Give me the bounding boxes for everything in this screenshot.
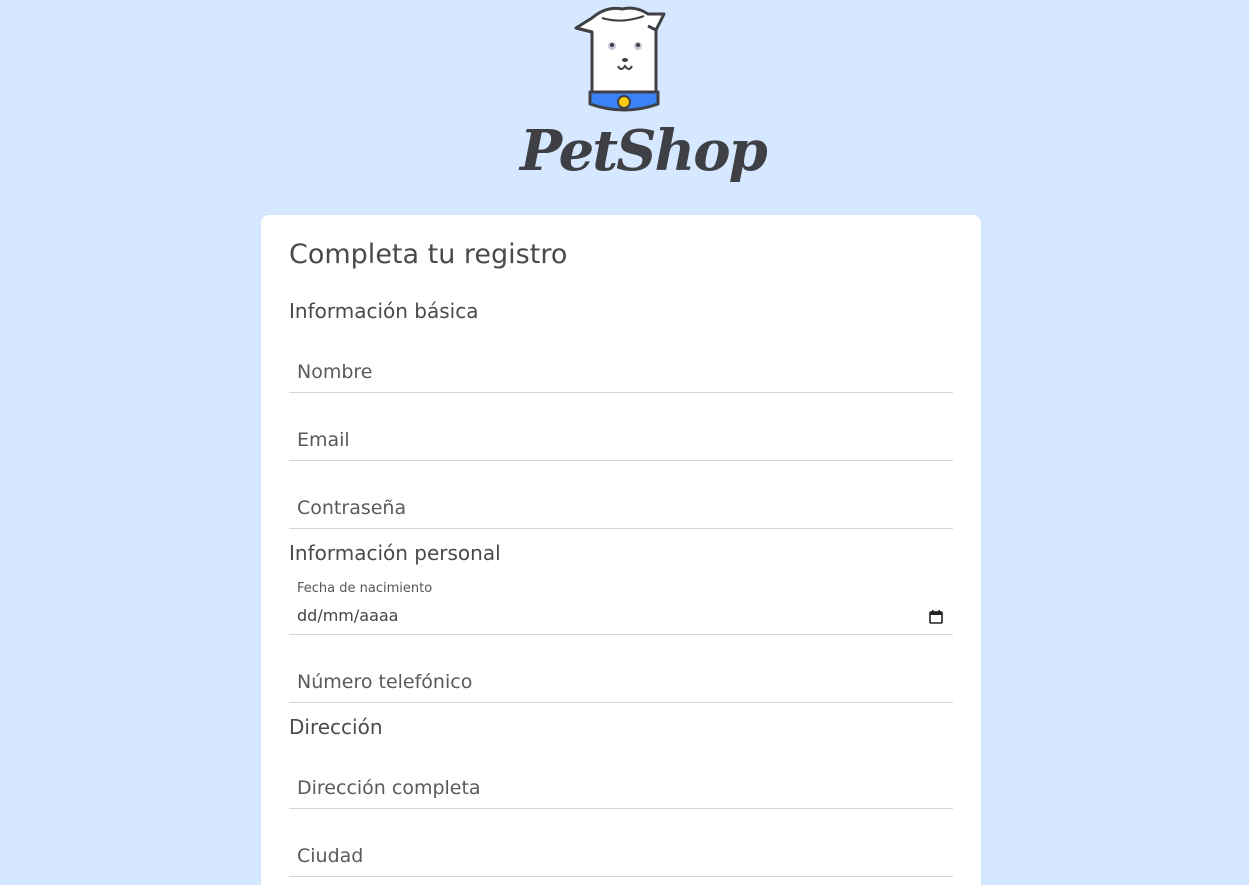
brand-header: PetShop [0, 0, 1249, 210]
section-title-address: Dirección [289, 715, 383, 739]
email-placeholder: Email [297, 429, 350, 451]
dog-logo-icon [574, 6, 666, 112]
brand-name: PetShop [520, 118, 768, 184]
address-field[interactable]: Dirección completa [289, 763, 953, 809]
page-title: Completa tu registro [289, 239, 568, 270]
city-field[interactable]: Ciudad [289, 831, 953, 877]
email-field[interactable]: Email [289, 415, 953, 461]
name-field[interactable]: Nombre [289, 347, 953, 393]
phone-field[interactable]: Número telefónico [289, 657, 953, 703]
birthdate-field[interactable]: Fecha de nacimiento dd/mm/aaaa [289, 577, 953, 635]
address-placeholder: Dirección completa [297, 777, 481, 799]
section-title-personal: Información personal [289, 541, 501, 565]
password-field[interactable]: Contraseña [289, 483, 953, 529]
birthdate-placeholder: dd/mm/aaaa [297, 606, 399, 625]
city-placeholder: Ciudad [297, 845, 364, 867]
calendar-icon[interactable] [929, 610, 943, 624]
section-title-basic: Información básica [289, 299, 479, 323]
password-placeholder: Contraseña [297, 497, 407, 519]
phone-placeholder: Número telefónico [297, 671, 473, 693]
registration-page: PetShop Completa tu registro Información… [0, 0, 1249, 885]
registration-card: Completa tu registro Información básica … [261, 215, 981, 885]
name-placeholder: Nombre [297, 361, 373, 383]
birthdate-label: Fecha de nacimiento [297, 581, 433, 596]
